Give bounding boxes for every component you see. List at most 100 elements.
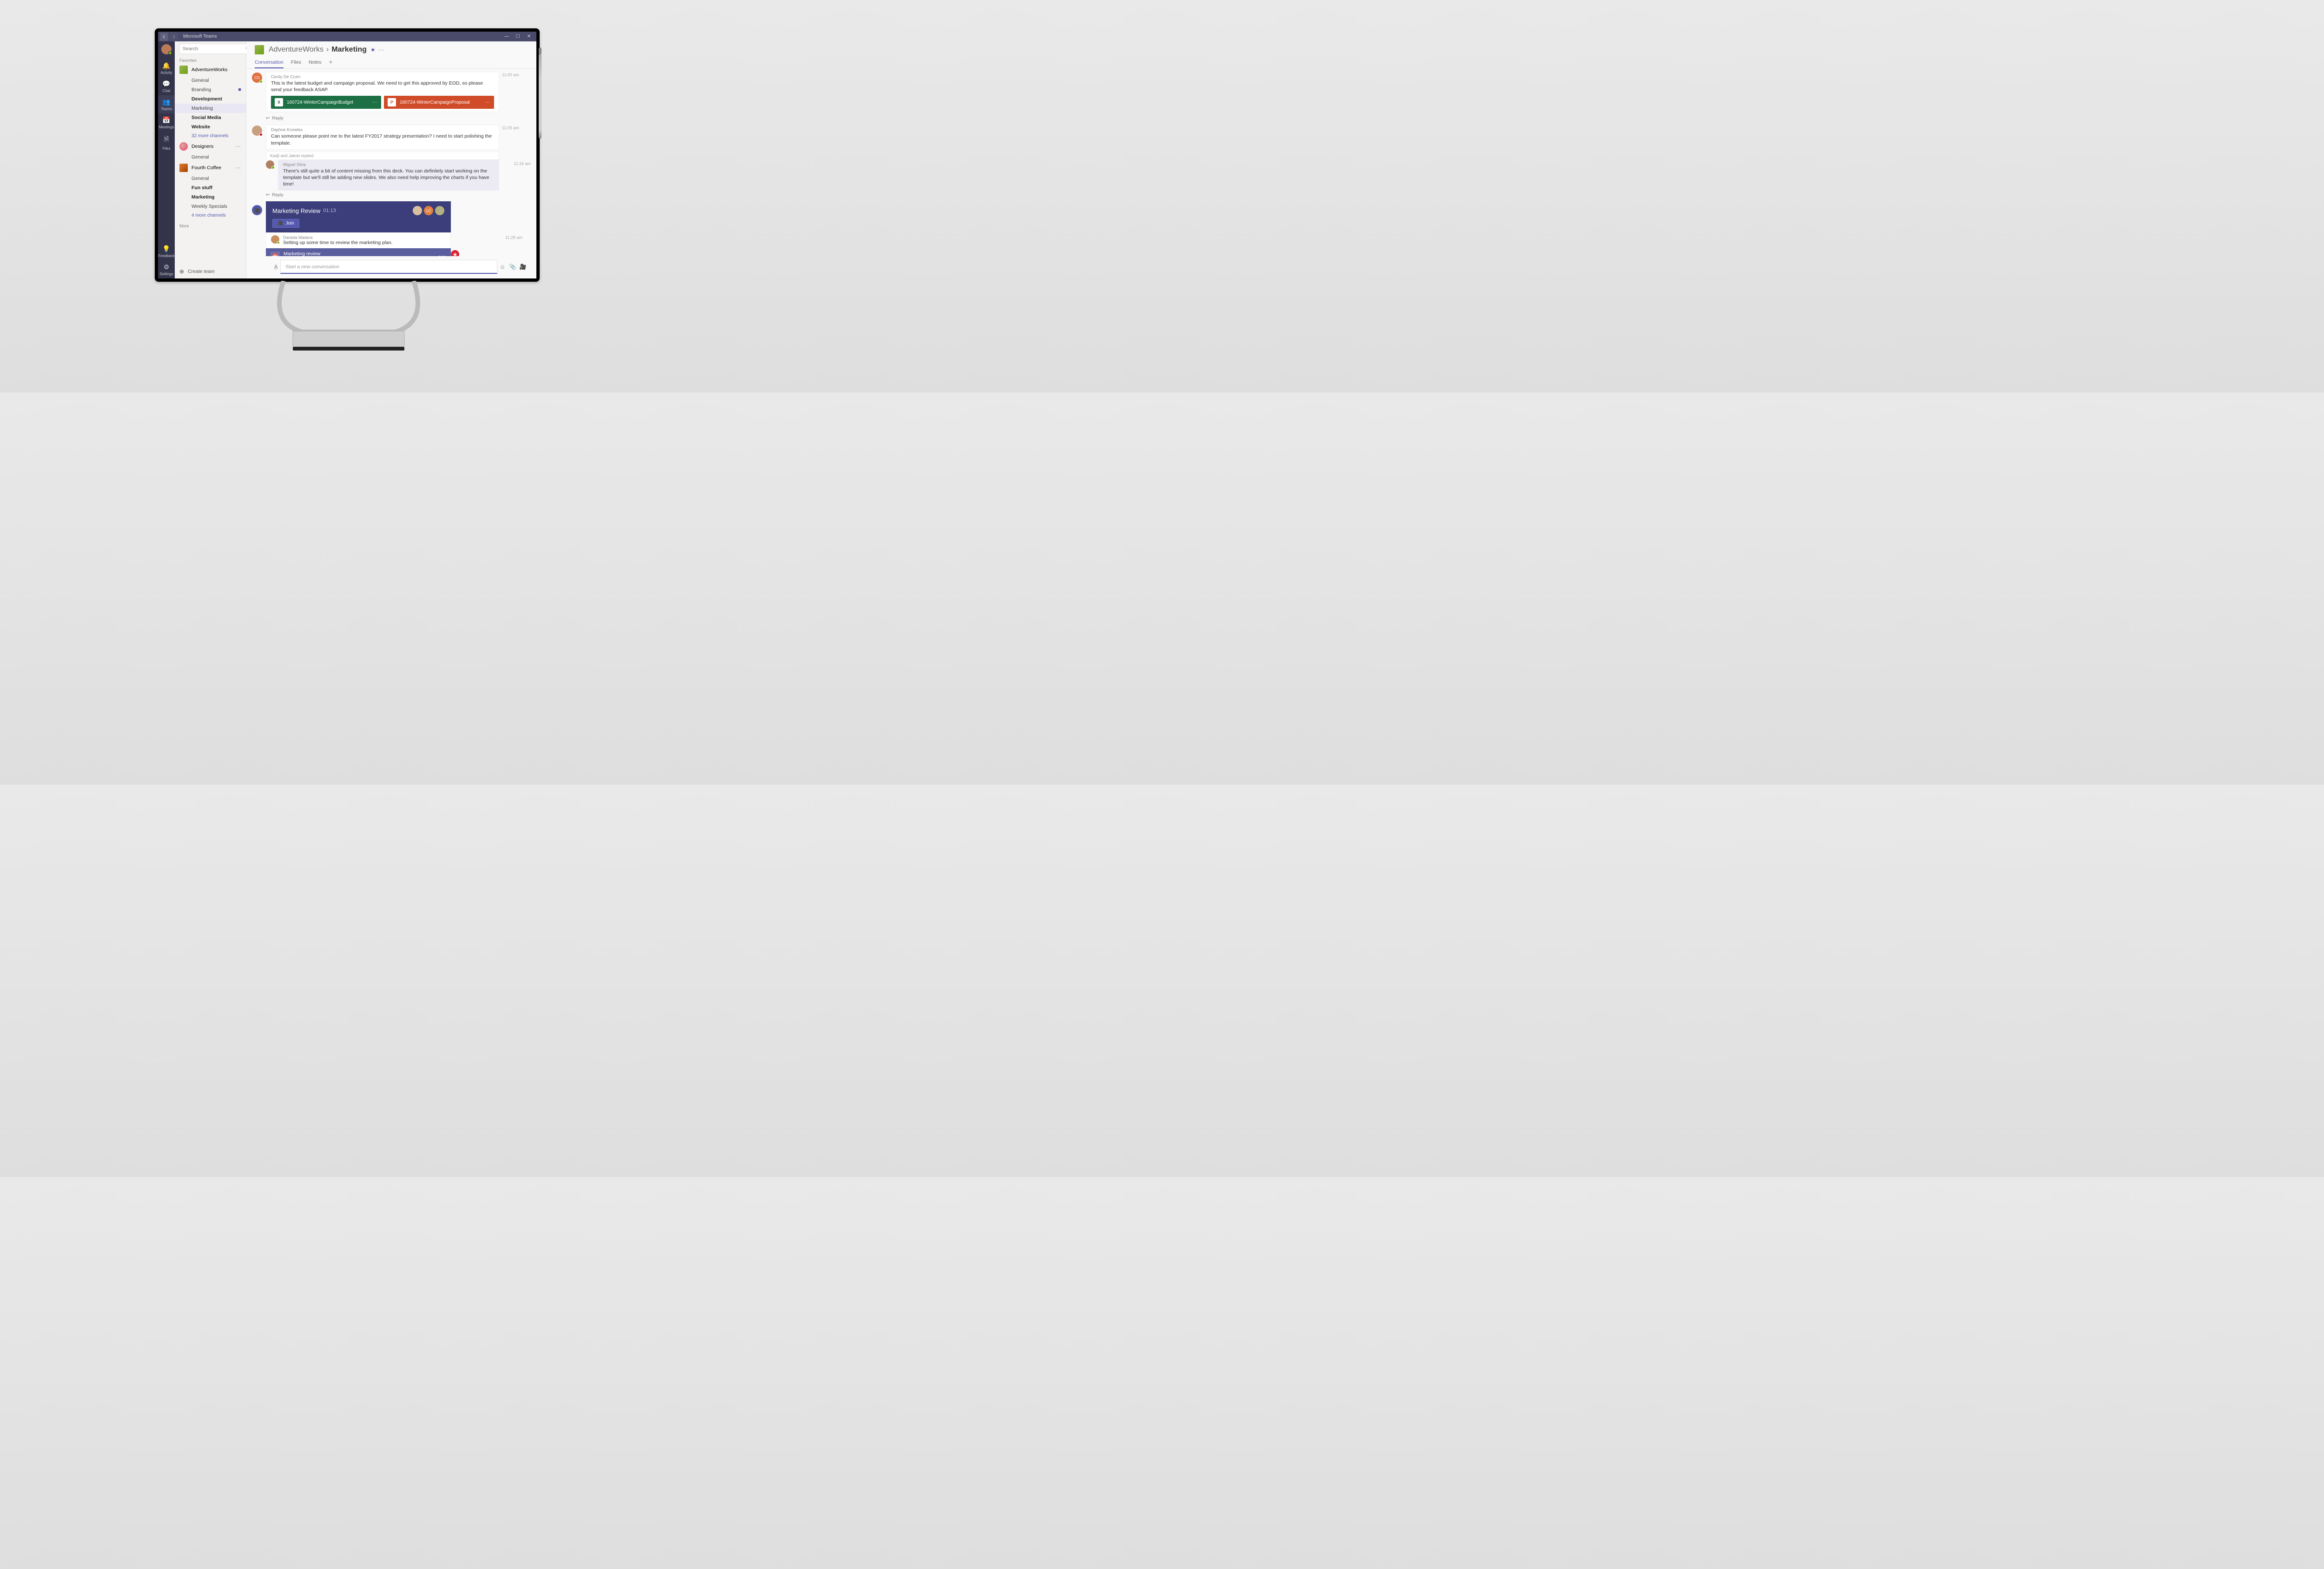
breadcrumb: AdventureWorks › Marketing ★ ⋯: [255, 45, 528, 54]
team-fourth-coffee[interactable]: Fourth Coffee ⋯: [175, 162, 246, 174]
message-bubble: Cecily De Crum This is the latest budget…: [266, 72, 499, 112]
search-box[interactable]: 🔍: [179, 44, 255, 54]
rail-feedback[interactable]: 💡 Feedback: [158, 242, 175, 260]
emoji-button[interactable]: ☺: [497, 264, 508, 270]
record-badge-icon: ◉: [451, 250, 459, 256]
participant-avatar[interactable]: [435, 206, 444, 215]
participant-avatar[interactable]: [413, 206, 422, 215]
channel-social-media[interactable]: Social Media: [175, 113, 246, 122]
avatar[interactable]: [271, 235, 279, 244]
nav-rail: 🔔 Activity 💬 Chat 👥 Teams 📅 Meetings 🗎 F…: [158, 41, 175, 278]
user-avatar[interactable]: [161, 44, 172, 54]
channel-website[interactable]: Website: [175, 122, 246, 132]
channel-header: AdventureWorks › Marketing ★ ⋯ Conversat…: [246, 41, 536, 69]
channel-weekly-specials[interactable]: Weekly Specials: [175, 202, 246, 211]
window-minimize-button[interactable]: —: [501, 32, 512, 41]
chevron-left-icon: [162, 35, 166, 39]
rail-label: Chat: [163, 89, 171, 93]
app-title: Microsoft Teams: [183, 34, 501, 39]
attach-button[interactable]: 📎: [508, 264, 518, 270]
meeting-elapsed: 01:13: [323, 208, 336, 213]
format-button[interactable]: A̲: [274, 264, 277, 270]
channel-fun-stuff[interactable]: Fun stuff: [175, 183, 246, 192]
meet-now-button[interactable]: 🎥: [518, 264, 528, 270]
video-icon: 🎥: [252, 205, 262, 215]
presence-available-icon: [168, 51, 172, 55]
nav-back-button[interactable]: [160, 33, 168, 41]
presence-icon: [259, 133, 263, 136]
channel-tabs: Conversation Files Notes +: [255, 57, 528, 68]
search-input[interactable]: [183, 46, 245, 52]
tab-conversation[interactable]: Conversation: [255, 57, 284, 68]
avatar[interactable]: CD: [252, 73, 262, 83]
channel-development[interactable]: Development: [175, 94, 246, 104]
avatar[interactable]: [266, 160, 274, 169]
team-icon: [179, 142, 188, 151]
add-tab-button[interactable]: +: [329, 57, 332, 68]
tab-files[interactable]: Files: [291, 57, 301, 68]
nested-reply: Miguel Silva There's still quite a bit o…: [266, 159, 499, 191]
team-more-button[interactable]: ⋯: [235, 165, 241, 171]
replied-by-label[interactable]: Kadji and Jakob replied: [266, 152, 499, 159]
favorite-star-button[interactable]: ★: [370, 46, 376, 53]
scheduled-meeting-card[interactable]: 📅 Marketing review Thursday, 15th @ 10:3…: [266, 248, 451, 256]
create-team-button[interactable]: ⊕ Create team: [175, 265, 246, 278]
rail-files[interactable]: 🗎 Files: [158, 132, 175, 153]
rail-teams[interactable]: 👥 Teams: [158, 95, 175, 113]
breadcrumb-parent[interactable]: AdventureWorks: [269, 46, 324, 54]
message-bubble: Miguel Silva There's still quite a bit o…: [278, 159, 499, 191]
channel-branding[interactable]: Branding■: [175, 85, 246, 94]
join-meeting-button[interactable]: 🎥 Join: [272, 219, 299, 228]
reply-icon: ↩: [266, 192, 270, 198]
rail-activity[interactable]: 🔔 Activity: [158, 59, 175, 77]
message-text: Setting up some time to review the marke…: [283, 240, 393, 245]
channel-general[interactable]: General: [175, 76, 246, 85]
composer-input[interactable]: Start a new conversation: [280, 260, 497, 274]
rail-meetings[interactable]: 📅 Meetings: [158, 113, 175, 132]
attachment-more-button[interactable]: ⋯: [372, 100, 377, 105]
lightbulb-icon: 💡: [162, 245, 170, 253]
more-channels-link[interactable]: 32 more channels: [175, 132, 246, 140]
attachment-more-button[interactable]: ⋯: [485, 100, 490, 105]
channel-marketing-fc[interactable]: Marketing: [175, 192, 246, 202]
reply-button[interactable]: ↩ Reply: [266, 191, 531, 201]
team-adventureworks[interactable]: AdventureWorks: [175, 64, 246, 76]
more-section-label[interactable]: More: [175, 220, 246, 229]
sidebar-scroll: Favorites AdventureWorks General Brandin…: [175, 55, 246, 265]
more-channels-link[interactable]: 4 more channels: [175, 211, 246, 220]
channel-general[interactable]: General: [175, 152, 246, 162]
team-designers[interactable]: Designers ⋯: [175, 140, 246, 152]
scheduled-more-button[interactable]: ⋯: [438, 252, 446, 256]
reply-button[interactable]: ↩ Reply: [266, 114, 531, 125]
meeting-icon: ■: [238, 87, 241, 93]
rail-settings[interactable]: ⚙ Settings: [158, 260, 175, 278]
attachment-powerpoint[interactable]: P 160724-WinterCampaignProposal ⋯: [384, 96, 494, 109]
message-text: Can someone please point me to the lates…: [271, 133, 494, 146]
team-icon: [179, 66, 188, 74]
bell-icon: 🔔: [162, 62, 170, 70]
avatar[interactable]: [252, 126, 262, 136]
conversation-thread: CD Cecily De Crum This is the latest bud…: [246, 69, 536, 256]
message-text: This is the latest budget and campaign p…: [271, 80, 494, 93]
message-author: Miguel Silva: [283, 162, 494, 167]
minimize-icon: —: [504, 34, 509, 39]
participant-avatar[interactable]: LC: [424, 206, 433, 215]
add-people-icon: ⊕: [179, 268, 184, 275]
rail-chat[interactable]: 💬 Chat: [158, 77, 175, 95]
window-close-button[interactable]: ✕: [523, 32, 535, 41]
channel-marketing[interactable]: Marketing: [175, 104, 246, 113]
file-icon: 🗎: [164, 134, 169, 146]
meeting-title: Marketing Review: [272, 207, 320, 214]
message-timestamp: 11:16 am: [514, 161, 531, 166]
sidebar: 🔍 ✎ Favorites AdventureWorks General Bra…: [175, 41, 246, 278]
favorites-label: Favorites: [175, 55, 246, 64]
channel-more-button[interactable]: ⋯: [378, 46, 385, 54]
tab-notes[interactable]: Notes: [309, 57, 321, 68]
team-more-button[interactable]: ⋯: [235, 143, 241, 150]
attachment-excel[interactable]: X 160724-WinterCampaignBudget ⋯: [271, 96, 381, 109]
channel-general[interactable]: General: [175, 174, 246, 183]
calendar-icon: 📅: [271, 252, 280, 256]
nav-forward-button[interactable]: [170, 33, 178, 41]
window-maximize-button[interactable]: ☐: [512, 32, 523, 41]
rail-label: Activity: [160, 71, 172, 75]
